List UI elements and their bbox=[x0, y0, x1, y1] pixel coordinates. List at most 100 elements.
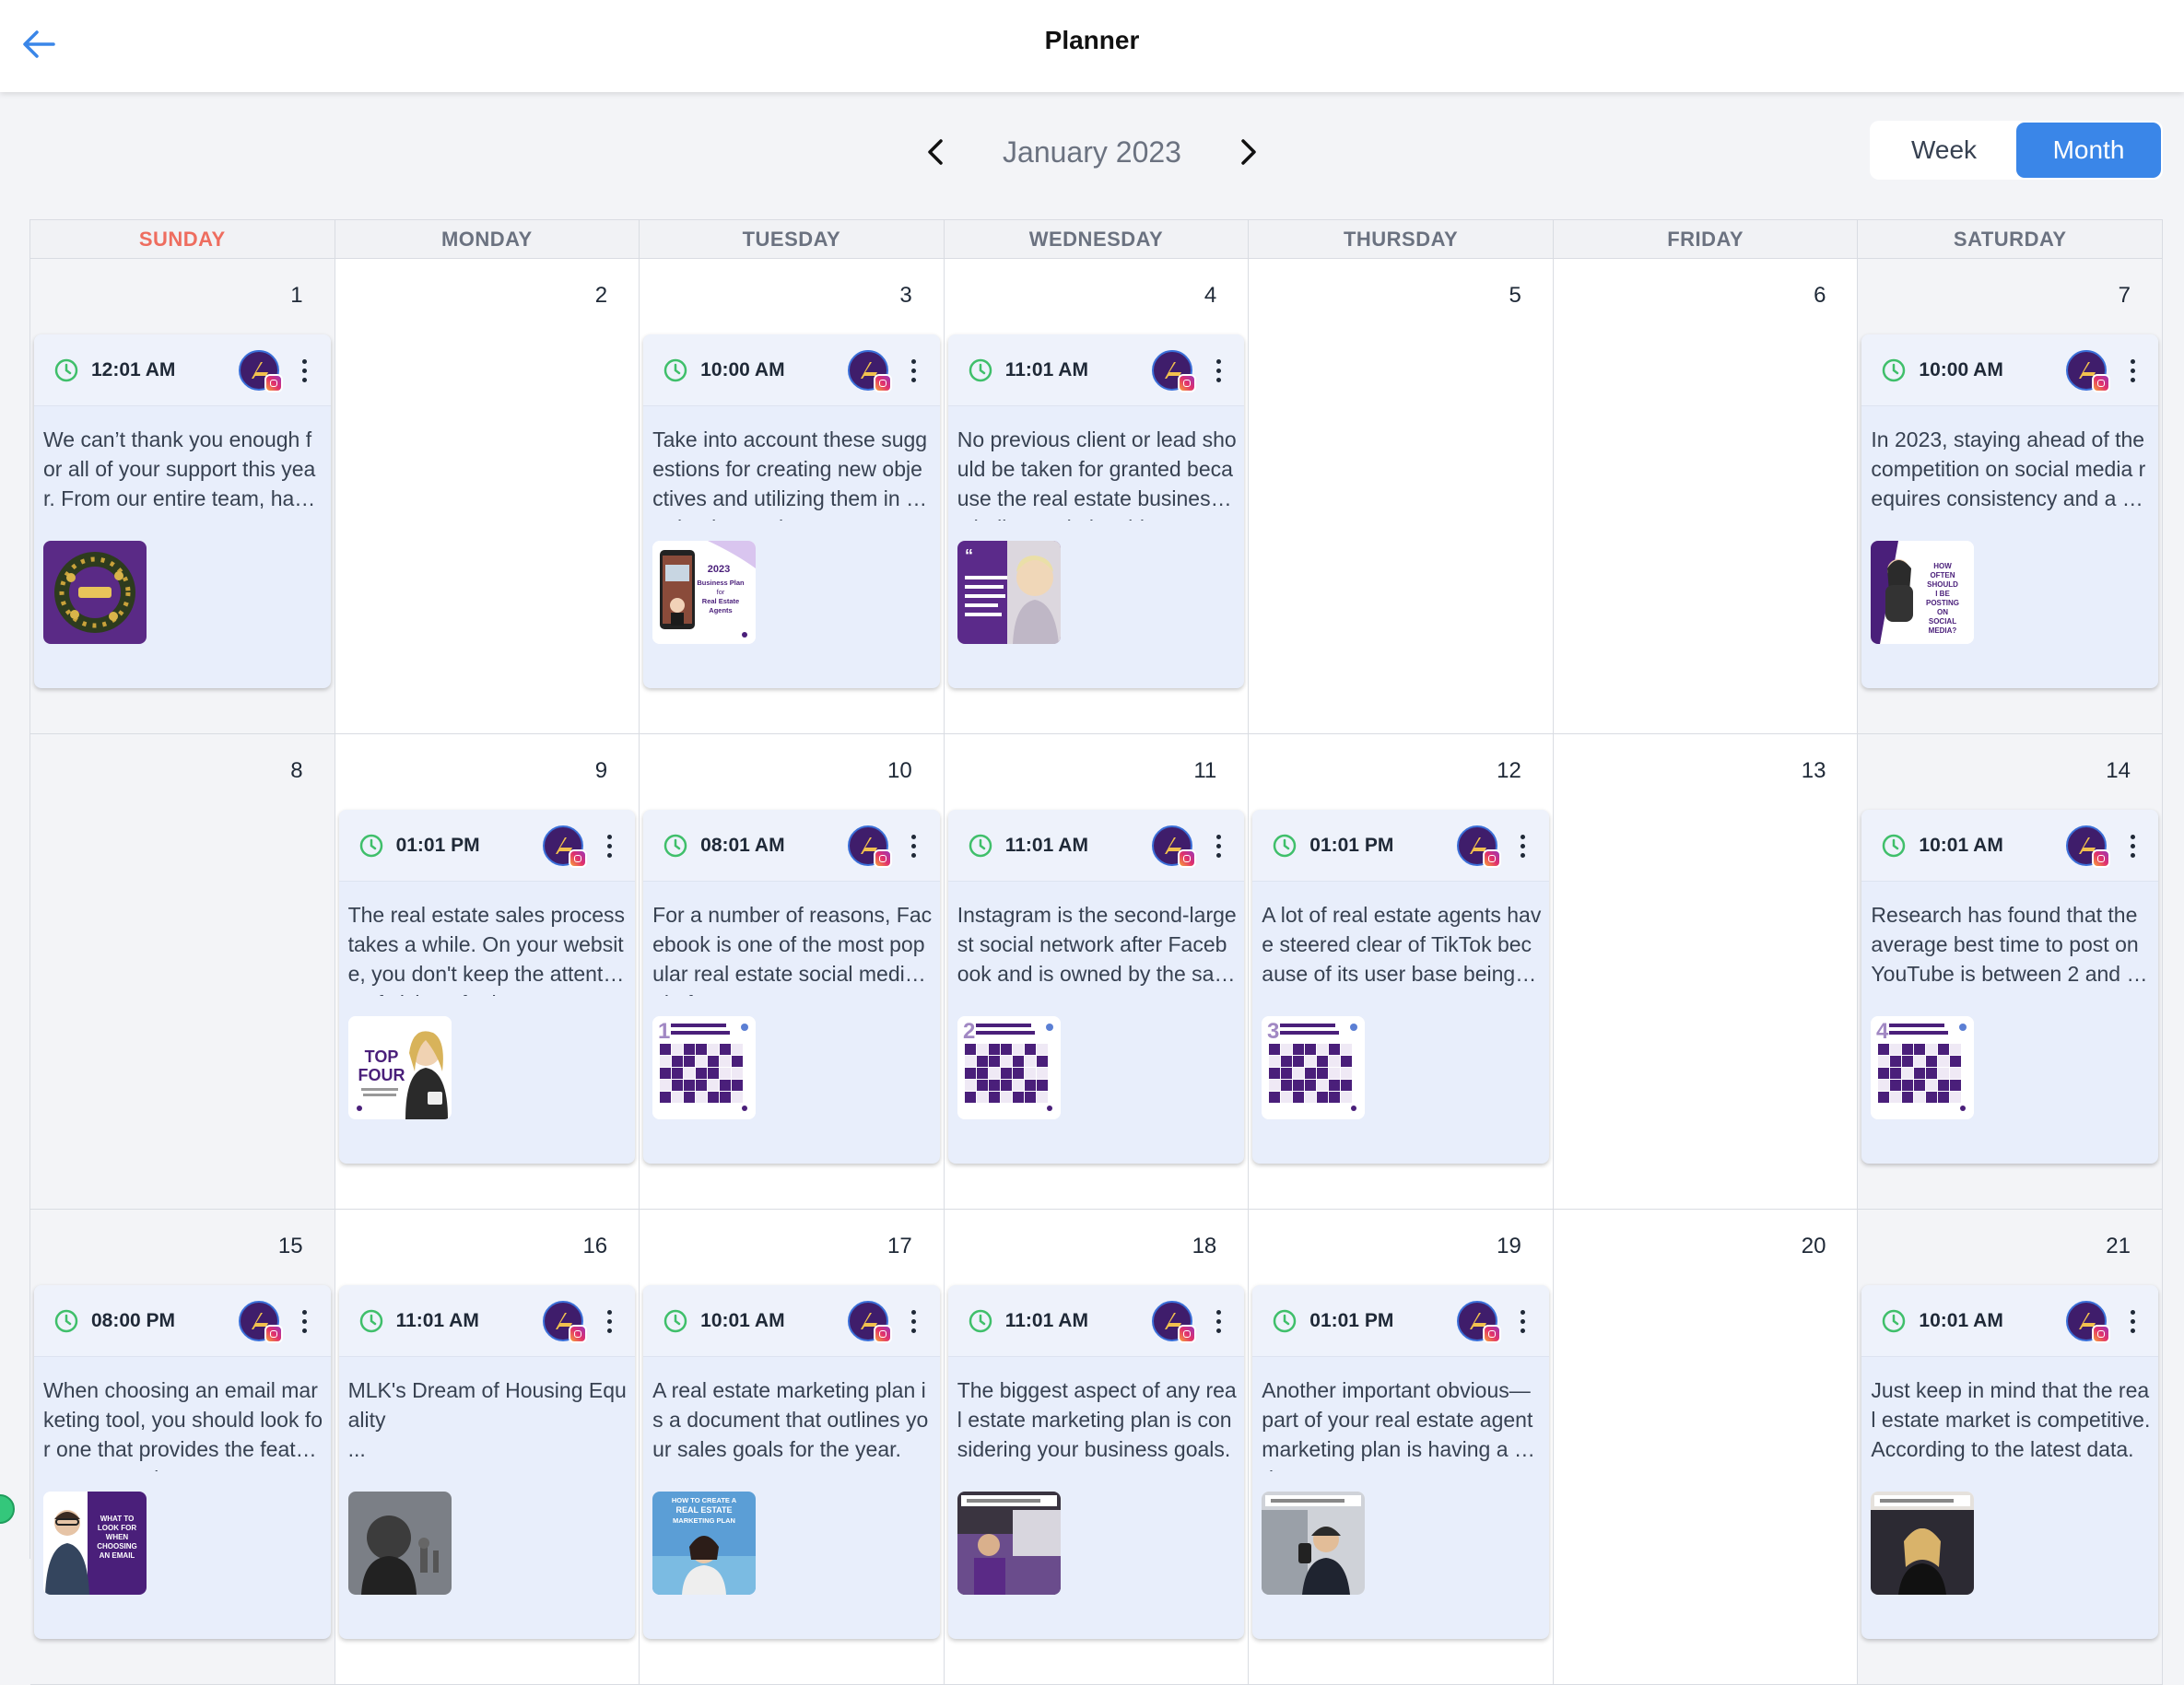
svg-text:“: “ bbox=[965, 546, 973, 565]
previous-month-button[interactable] bbox=[918, 134, 955, 170]
week-view-button[interactable]: Week bbox=[1872, 123, 2016, 178]
more-options-button[interactable] bbox=[1510, 828, 1536, 863]
post-thumbnail[interactable]: 2023 Business Plan for Real Estate Agents bbox=[652, 541, 757, 644]
more-options-button[interactable] bbox=[1205, 353, 1231, 388]
next-month-button[interactable] bbox=[1229, 134, 1266, 170]
kebab-dot bbox=[302, 1318, 308, 1324]
kebab-dot bbox=[2130, 358, 2135, 364]
scheduled-post-card[interactable]: 10:01 AM A real estate marketing plan is … bbox=[643, 1285, 940, 1639]
post-thumbnail[interactable] bbox=[347, 1492, 452, 1595]
scheduled-post-card[interactable]: 11:01 AM MLK's Dream of Housing Equality … bbox=[338, 1285, 636, 1639]
post-thumbnail[interactable]: HOW OFTEN SHOULD I BE POSTING ON SOCIAL MEDIA? bbox=[1871, 541, 1975, 644]
calendar-day-cell[interactable]: 9 01:01 PM The real estate sales process t… bbox=[335, 734, 640, 1210]
post-thumbnail[interactable]: 3 bbox=[1262, 1016, 1366, 1119]
calendar-day-cell[interactable]: 2 bbox=[335, 259, 640, 734]
scheduled-post-card[interactable]: 12:01 AM We can’t thank you enough for al… bbox=[34, 334, 331, 688]
post-thumbnail[interactable]: 1 bbox=[652, 1016, 757, 1119]
scheduled-post-card[interactable]: 11:01 AM Instagram is the second-largest … bbox=[947, 810, 1245, 1164]
svg-text:Real Estate: Real Estate bbox=[702, 597, 739, 605]
calendar-day-cell[interactable]: 11 11:01 AM Instagram is the second-larges… bbox=[944, 734, 1250, 1210]
more-options-button[interactable] bbox=[1510, 1304, 1536, 1339]
post-thumbnail[interactable] bbox=[1262, 1492, 1366, 1595]
scheduled-post-card[interactable]: 01:01 PM The real estate sales process ta… bbox=[338, 810, 636, 1164]
post-thumbnail[interactable]: “ bbox=[957, 541, 1061, 644]
scheduled-post-card[interactable]: 01:01 PM A lot of real estate agents have… bbox=[1252, 810, 1549, 1164]
kebab-dot bbox=[911, 1309, 917, 1315]
more-options-button[interactable] bbox=[292, 353, 318, 388]
calendar-day-cell[interactable]: 7 10:00 AM In 2023, staying ahead of the c… bbox=[1858, 259, 2163, 734]
more-options-button[interactable] bbox=[901, 828, 927, 863]
scheduled-post-card[interactable]: 11:01 AM The biggest aspect of any real e… bbox=[947, 1285, 1245, 1639]
calendar-day-cell[interactable]: 15 08:00 PM When choosing an email marketi… bbox=[30, 1210, 335, 1685]
calendar-day-cell[interactable]: 3 10:00 AM Take into account these suggest… bbox=[640, 259, 945, 734]
post-time: 01:01 PM bbox=[1309, 834, 1394, 856]
post-card-header: 10:01 AM bbox=[1861, 1285, 2158, 1357]
more-options-button[interactable] bbox=[2119, 828, 2145, 863]
day-number: 4 bbox=[1204, 283, 1217, 308]
weekday-header: WEDNESDAY bbox=[944, 220, 1250, 259]
post-time: 08:00 PM bbox=[91, 1309, 176, 1331]
post-thumbnail[interactable] bbox=[1871, 1492, 1975, 1595]
post-thumbnail[interactable]: WHAT TO LOOK FOR WHEN CHOOSING AN EMAIL bbox=[43, 1492, 147, 1595]
scheduled-post-card[interactable]: 10:00 AM In 2023, staying ahead of the co… bbox=[1861, 334, 2158, 688]
post-thumbnail[interactable]: 4 bbox=[1871, 1016, 1975, 1119]
kebab-dot bbox=[1215, 358, 1221, 364]
scheduled-post-card[interactable]: 08:01 AM For a number of reasons, Faceboo… bbox=[643, 810, 940, 1164]
post-thumbnail[interactable] bbox=[43, 541, 147, 644]
svg-text:POSTING: POSTING bbox=[1926, 599, 1959, 607]
calendar-day-cell[interactable]: 5 bbox=[1249, 259, 1554, 734]
calendar-day-cell[interactable]: 20 bbox=[1553, 1210, 1859, 1685]
post-caption: Another important obvious—part of your r… bbox=[1262, 1378, 1538, 1471]
scheduled-post-card[interactable]: 08:00 PM When choosing an email marketing… bbox=[34, 1285, 331, 1639]
weekday-header: MONDAY bbox=[335, 220, 640, 259]
more-options-button[interactable] bbox=[1205, 828, 1231, 863]
chevron-right-icon bbox=[1241, 139, 1256, 165]
day-number: 9 bbox=[594, 758, 608, 783]
month-calendar: SUNDAY MONDAY TUESDAY WEDNESDAY THURSDAY… bbox=[29, 219, 2163, 1685]
scheduled-post-card[interactable]: 10:01 AM Research has found that the aver… bbox=[1861, 810, 2158, 1164]
post-thumbnail[interactable]: HOW TO CREATE A REAL ESTATE MARKETING PLAN bbox=[652, 1492, 757, 1595]
current-month-label: January 2023 bbox=[1003, 135, 1181, 169]
calendar-day-cell[interactable]: 10 08:01 AM For a number of reasons, Faceb… bbox=[640, 734, 945, 1210]
calendar-day-cell[interactable]: 19 01:01 PM Another important obvious—part… bbox=[1249, 1210, 1554, 1685]
svg-text:HOW: HOW bbox=[1934, 562, 1953, 570]
calendar-day-cell[interactable]: 16 11:01 AM MLK's Dream of Housing Equalit… bbox=[335, 1210, 640, 1685]
kebab-dot bbox=[302, 368, 308, 373]
post-thumbnail[interactable]: TOP FOUR bbox=[347, 1016, 452, 1119]
post-thumbnail[interactable] bbox=[957, 1492, 1061, 1595]
more-options-button[interactable] bbox=[901, 1304, 927, 1339]
scheduled-post-card[interactable]: 10:01 AM Just keep in mind that the real … bbox=[1861, 1285, 2158, 1639]
scheduled-post-card[interactable]: 11:01 AM No previous client or lead shoul… bbox=[947, 334, 1245, 688]
instagram-icon bbox=[1482, 849, 1501, 868]
more-options-button[interactable] bbox=[596, 1304, 622, 1339]
post-thumbnail[interactable]: 2 bbox=[957, 1016, 1061, 1119]
scheduled-post-card[interactable]: 01:01 PM Another important obvious—part o… bbox=[1252, 1285, 1549, 1639]
more-options-button[interactable] bbox=[2119, 1304, 2145, 1339]
day-number: 8 bbox=[290, 758, 303, 783]
more-options-button[interactable] bbox=[292, 1304, 318, 1339]
svg-text:Business Plan: Business Plan bbox=[698, 579, 746, 587]
svg-text:OFTEN: OFTEN bbox=[1931, 571, 1955, 579]
scheduled-post-card[interactable]: 10:00 AM Take into account these suggesti… bbox=[643, 334, 940, 688]
more-options-button[interactable] bbox=[596, 828, 622, 863]
calendar-day-cell[interactable]: 8 bbox=[30, 734, 335, 1210]
kebab-dot bbox=[911, 368, 917, 373]
kebab-dot bbox=[302, 377, 308, 382]
month-view-button[interactable]: Month bbox=[2016, 123, 2161, 178]
instagram-icon bbox=[873, 374, 892, 392]
account-avatar bbox=[1456, 1301, 1501, 1343]
calendar-day-cell[interactable]: 12 01:01 PM A lot of real estate agents ha… bbox=[1249, 734, 1554, 1210]
calendar-day-cell[interactable]: 4 11:01 AM No previous client or lead shou… bbox=[944, 259, 1250, 734]
more-options-button[interactable] bbox=[901, 353, 927, 388]
calendar-day-cell[interactable]: 14 10:01 AM Research has found that the av… bbox=[1858, 734, 2163, 1210]
more-options-button[interactable] bbox=[1205, 1304, 1231, 1339]
more-options-button[interactable] bbox=[2119, 353, 2145, 388]
calendar-day-cell[interactable]: 21 10:01 AM Just keep in mind that the rea… bbox=[1858, 1210, 2163, 1685]
calendar-day-cell[interactable]: 18 11:01 AM The biggest aspect of any real… bbox=[944, 1210, 1250, 1685]
kebab-dot bbox=[1521, 834, 1526, 839]
kebab-dot bbox=[911, 358, 917, 364]
calendar-day-cell[interactable]: 13 bbox=[1553, 734, 1859, 1210]
calendar-day-cell[interactable]: 1 12:01 AM We can’t thank you enough for a… bbox=[30, 259, 335, 734]
calendar-day-cell[interactable]: 17 10:01 AM A real estate marketing plan i… bbox=[640, 1210, 945, 1685]
calendar-day-cell[interactable]: 6 bbox=[1553, 259, 1859, 734]
